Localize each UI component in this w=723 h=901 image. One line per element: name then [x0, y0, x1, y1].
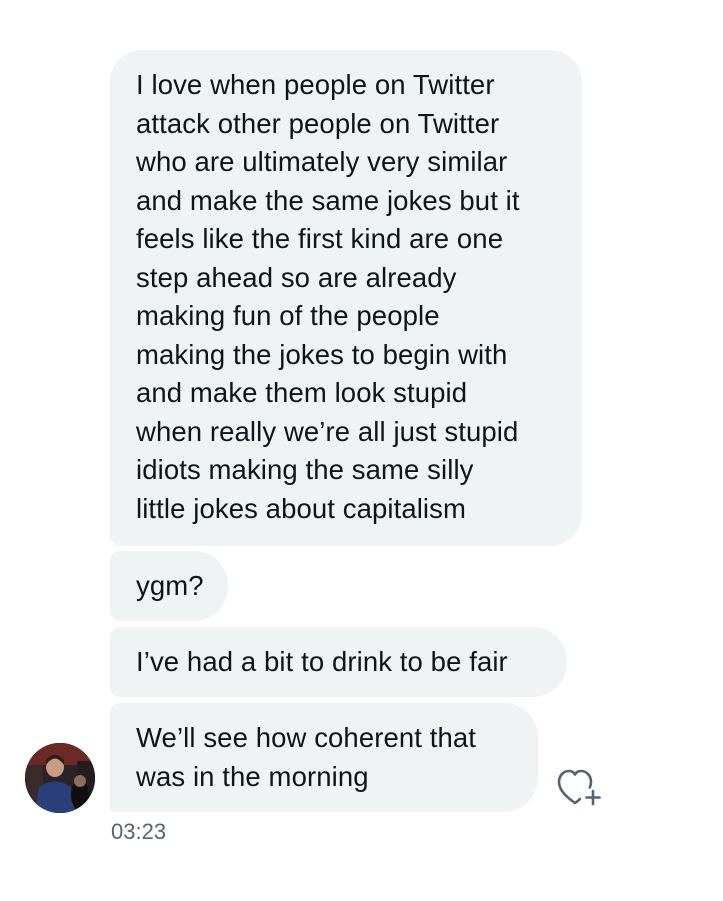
dm-conversation: I love when people on Twitter attack oth… — [0, 0, 723, 901]
message-text-line: I’ve had a bit to drink to be fair — [136, 646, 508, 677]
message-text-line: idiots making the same silly — [136, 454, 474, 485]
message-timestamp: 03:23 — [111, 819, 167, 844]
message-text-line: making fun of the people — [136, 300, 440, 331]
message-text-line: feels like the first kind are one — [136, 223, 504, 254]
message-text-line: who are ultimately very similar — [136, 146, 508, 177]
message-bubble[interactable]: ygm? — [110, 551, 228, 621]
message-text-line: little jokes about capitalism — [136, 492, 466, 524]
react-heart-icon — [557, 769, 601, 806]
message-text-line: attack other people on Twitter — [136, 107, 500, 139]
message-bubble[interactable]: We’ll see how coherent that was in the m… — [110, 703, 538, 812]
heart-plus-icon[interactable] — [554, 766, 602, 810]
message-text-line: We’ll see how coherent that — [136, 722, 477, 753]
message-text-line: was in the morning — [136, 760, 369, 792]
message-text-line: ygm? — [136, 570, 204, 601]
message-text-line: and make the same jokes but it — [136, 184, 520, 216]
message-text-line: when really we’re all just stupid — [136, 415, 519, 447]
message-text-line: step ahead so are already — [136, 261, 457, 293]
message-bubble[interactable]: I love when people on Twitter attack oth… — [110, 50, 582, 546]
user-avatar-icon — [25, 743, 95, 813]
message-text-line: making the jokes to begin with — [136, 338, 508, 370]
message-bubble[interactable]: I’ve had a bit to drink to be fair — [110, 627, 567, 697]
message-text-line: I love when people on Twitter — [136, 69, 495, 100]
sender-avatar[interactable] — [25, 743, 95, 813]
message-text-line: and make them look stupid — [136, 377, 468, 408]
